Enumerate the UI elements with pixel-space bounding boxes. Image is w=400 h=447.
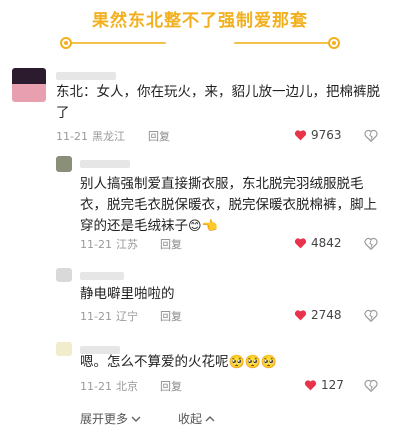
avatar[interactable] bbox=[12, 68, 46, 102]
dislike-icon[interactable] bbox=[364, 237, 378, 250]
comment-meta: 11-21 黑龙江 bbox=[56, 128, 125, 144]
username[interactable] bbox=[56, 72, 116, 80]
heart-icon bbox=[304, 380, 317, 391]
comment-date: 11-21 bbox=[80, 310, 112, 323]
reply-button[interactable]: 回复 bbox=[160, 308, 182, 324]
comment-item: 东北：女人，你在玩火，来，貂儿放一边儿，把棉裤脱了 11-21 黑龙江 回复 97… bbox=[0, 58, 400, 150]
chevron-up-icon bbox=[205, 415, 215, 421]
like-button[interactable]: 2748 bbox=[294, 308, 342, 322]
avatar[interactable] bbox=[56, 268, 72, 282]
smile-emoji-icon: 😊 bbox=[188, 219, 202, 234]
comment-text-body: 嗯。怎么不算爱的火花呢 bbox=[80, 354, 229, 370]
banner-dot-right-icon bbox=[328, 37, 340, 49]
banner-dot-left-icon bbox=[60, 37, 72, 49]
like-count: 2748 bbox=[311, 308, 342, 322]
hand-emoji-icon: 👈 bbox=[201, 219, 218, 234]
collapse-label: 收起 bbox=[178, 412, 203, 426]
heart-icon bbox=[294, 130, 307, 141]
comment-item: 静电噼里啪啦的 11-21 辽宁 回复 2748 bbox=[0, 260, 400, 334]
comment-location: 黑龙江 bbox=[91, 130, 125, 143]
expand-more-label: 展开更多 bbox=[80, 412, 129, 426]
comment-text-body: 别人搞强制爱直接撕衣服，东北脱完羽绒服脱毛衣，脱完毛衣脱保暖衣，脱完保暖衣脱棉裤… bbox=[80, 176, 377, 234]
comment-location: 江苏 bbox=[115, 238, 138, 251]
like-count: 127 bbox=[321, 378, 344, 392]
comment-text: 东北：女人，你在玩火，来，貂儿放一边儿，把棉裤脱了 bbox=[56, 84, 380, 121]
comment-text: 嗯。怎么不算爱的火花呢🥺🥺🥺 bbox=[80, 352, 380, 373]
avatar[interactable] bbox=[56, 342, 72, 356]
comment-meta: 11-21 江苏 bbox=[80, 236, 138, 252]
comment-footer: 展开更多 收起 bbox=[0, 406, 400, 436]
crying-face-emoji-icon: 🥺 bbox=[228, 355, 245, 370]
dislike-icon[interactable] bbox=[364, 129, 378, 142]
comment-date: 11-21 bbox=[80, 238, 112, 251]
like-button[interactable]: 9763 bbox=[294, 128, 342, 142]
username[interactable] bbox=[80, 272, 124, 280]
username[interactable] bbox=[80, 160, 130, 168]
like-button[interactable]: 4842 bbox=[294, 236, 342, 250]
banner-divider-right bbox=[234, 42, 334, 44]
like-button[interactable]: 127 bbox=[304, 378, 344, 392]
heart-icon bbox=[294, 310, 307, 321]
title-banner: 果然东北整不了强制爱那套 bbox=[0, 0, 400, 58]
comment-date: 11-21 bbox=[80, 380, 112, 393]
heart-icon bbox=[294, 238, 307, 249]
chevron-down-icon bbox=[131, 416, 141, 422]
expand-more-button[interactable]: 展开更多 bbox=[80, 410, 141, 427]
reply-button[interactable]: 回复 bbox=[148, 128, 170, 144]
dislike-icon[interactable] bbox=[364, 309, 378, 322]
reply-button[interactable]: 回复 bbox=[160, 236, 182, 252]
banner-divider-left bbox=[66, 42, 166, 44]
like-count: 4842 bbox=[311, 236, 342, 250]
banner-title: 果然东北整不了强制爱那套 bbox=[92, 11, 308, 31]
comment-location: 北京 bbox=[115, 380, 138, 393]
dislike-icon[interactable] bbox=[364, 379, 378, 392]
comment-location: 辽宁 bbox=[115, 310, 138, 323]
avatar[interactable] bbox=[56, 156, 72, 172]
collapse-button[interactable]: 收起 bbox=[178, 410, 215, 427]
comment-meta: 11-21 北京 bbox=[80, 378, 138, 394]
like-count: 9763 bbox=[311, 128, 342, 142]
comment-text: 静电噼里啪啦的 bbox=[80, 286, 175, 302]
comment-item: 嗯。怎么不算爱的火花呢🥺🥺🥺 11-21 北京 回复 127 bbox=[0, 334, 400, 406]
reply-button[interactable]: 回复 bbox=[160, 378, 182, 394]
comment-meta: 11-21 辽宁 bbox=[80, 308, 138, 324]
crying-face-emoji-icon: 🥺 bbox=[260, 355, 278, 370]
comment-text: 别人搞强制爱直接撕衣服，东北脱完羽绒服脱毛衣，脱完毛衣脱保暖衣，脱完保暖衣脱棉裤… bbox=[80, 174, 390, 237]
crying-face-emoji-icon: 🥺 bbox=[244, 355, 261, 370]
comment-date: 11-21 bbox=[56, 130, 88, 143]
comment-item: 别人搞强制爱直接撕衣服，东北脱完羽绒服脱毛衣，脱完毛衣脱保暖衣，脱完保暖衣脱棉裤… bbox=[0, 150, 400, 260]
